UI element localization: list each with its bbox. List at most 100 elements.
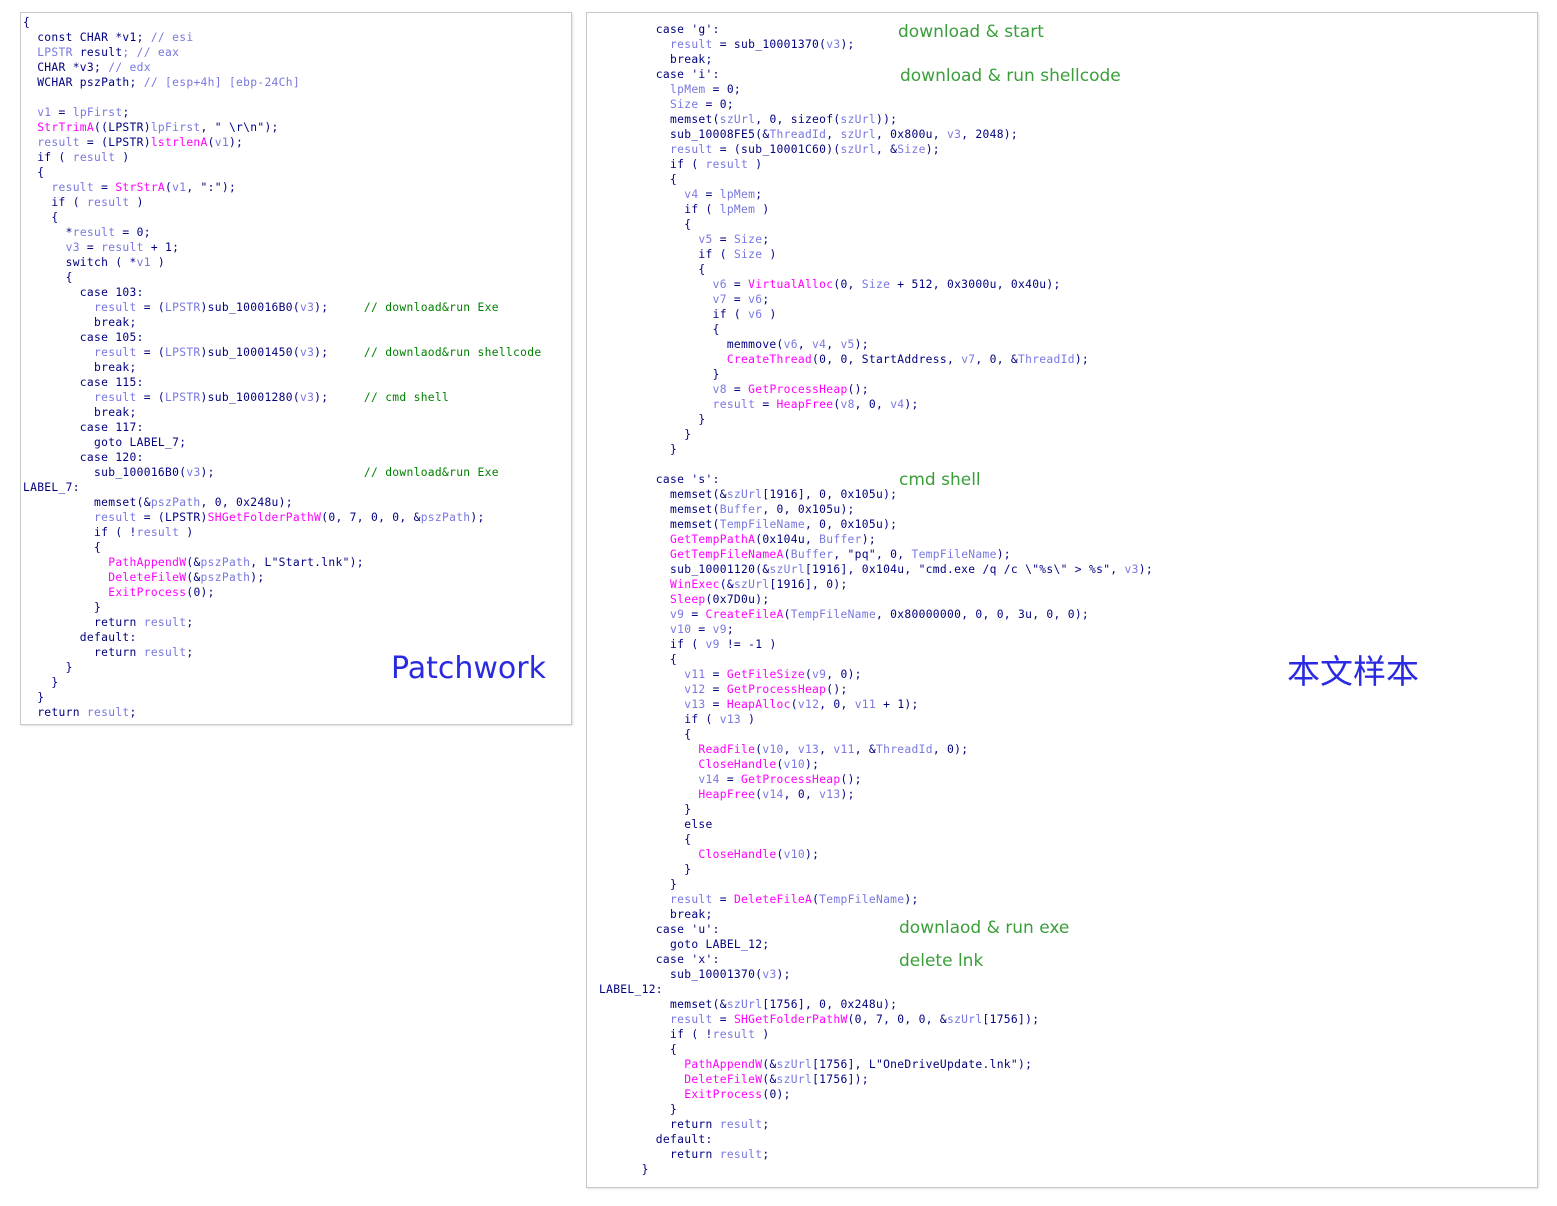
code-token: result	[705, 158, 749, 171]
code-line: }	[599, 367, 1153, 382]
code-line: memset(TempFileName, 0, 0x105u);	[599, 517, 1153, 532]
code-token: (	[790, 698, 798, 711]
code-line: DeleteFileW(&szUrl[1756]);	[599, 1072, 1153, 1087]
code-token: ;	[122, 106, 130, 119]
code-token: , 0,	[854, 398, 891, 411]
code-line: PathAppendW(&szUrl[1756], L"OneDriveUpda…	[599, 1057, 1153, 1072]
patchwork-label: Patchwork	[391, 651, 546, 686]
code-token: }	[599, 428, 692, 441]
code-token: CreateThread	[599, 353, 813, 366]
code-line: {	[599, 832, 1153, 847]
code-token: szUrl	[840, 143, 876, 156]
code-token: (0x104u,	[755, 533, 820, 546]
code-token: ;	[129, 706, 137, 719]
code-token: [1756]);	[982, 1013, 1040, 1026]
code-token: }	[599, 413, 706, 426]
code-token: const CHAR *v1;	[23, 31, 151, 44]
code-line: if ( !result )	[23, 525, 541, 540]
code-token: szUrl	[719, 113, 756, 126]
code-token: StrTrimA	[23, 121, 95, 134]
code-token: );	[925, 143, 940, 156]
code-token: {	[23, 271, 73, 284]
code-token: , " \r\n");	[200, 121, 279, 134]
code-token: break;	[23, 361, 137, 374]
code-token: TempFileName	[719, 518, 805, 531]
code-line: LABEL_7:	[23, 480, 541, 495]
code-token: Buffer	[719, 503, 763, 516]
code-token: }	[599, 878, 678, 891]
code-token: v3	[186, 466, 201, 479]
code-token: {	[599, 653, 678, 666]
code-token: = (	[136, 346, 166, 359]
code-line: return result;	[599, 1147, 1153, 1162]
code-line: if ( v13 )	[599, 712, 1153, 727]
code-token: ,	[826, 338, 841, 351]
code-token: Buffer	[819, 533, 862, 546]
code-line: {	[23, 15, 541, 30]
code-line: case 120:	[23, 450, 541, 465]
code-token: }	[23, 691, 45, 704]
code-token: v3	[1124, 563, 1139, 576]
code-line: CloseHandle(v10);	[599, 847, 1153, 862]
code-token: v4	[890, 398, 905, 411]
code-token: result	[143, 646, 187, 659]
code-token: ();	[840, 773, 862, 786]
code-token: v11	[833, 743, 855, 756]
code-token: // esi	[150, 31, 194, 44]
code-token: DeleteFileW	[23, 571, 187, 584]
code-token: ;	[755, 188, 763, 201]
code-token: ThreadId	[876, 743, 933, 756]
code-token: )	[762, 248, 777, 261]
code-token: HeapFree	[776, 398, 834, 411]
code-line: CHAR *v3; // edx	[23, 60, 541, 75]
code-line: v10 = v9;	[599, 622, 1153, 637]
code-token: break;	[23, 316, 137, 329]
code-token: ;	[186, 646, 194, 659]
code-line: break;	[599, 907, 1153, 922]
code-token: {	[599, 833, 692, 846]
code-token: = (sub_10001C60)(	[712, 143, 841, 156]
code-token: v13	[599, 698, 706, 711]
sample-label: 本文样本	[1287, 652, 1419, 691]
code-token: =	[719, 773, 742, 786]
code-token: )	[755, 1028, 770, 1041]
code-line: v4 = lpMem;	[599, 187, 1153, 202]
code-token: {	[599, 173, 678, 186]
code-token: v13	[719, 713, 742, 726]
code-line: sub_10001120(&szUrl[1916], 0x104u, "cmd.…	[599, 562, 1153, 577]
code-token: result	[719, 1148, 763, 1161]
code-token: );	[904, 893, 919, 906]
code-token: // downlaod&run shellcode	[363, 346, 542, 359]
code-token: , 0,	[819, 698, 855, 711]
code-token: szUrl	[769, 563, 805, 576]
code-token: PathAppendW	[23, 556, 187, 569]
code-token: }	[599, 443, 678, 456]
code-token: v3	[946, 128, 962, 141]
code-token: =	[755, 398, 777, 411]
code-token: CloseHandle	[599, 758, 777, 771]
code-token: {	[599, 323, 720, 336]
code-token: result	[72, 226, 116, 239]
code-token: v6	[748, 293, 763, 306]
code-token: v11	[854, 698, 877, 711]
code-token: default:	[599, 1133, 713, 1146]
code-token: , 0);	[932, 743, 969, 756]
code-token: v11	[599, 668, 706, 681]
code-token: WCHAR pszPath;	[23, 76, 144, 89]
code-token: case 117:	[23, 421, 144, 434]
code-line: memset(&szUrl[1756], 0, 0x248u);	[599, 997, 1153, 1012]
code-line: if ( Size )	[599, 247, 1153, 262]
code-token: + 1;	[143, 241, 180, 254]
code-line: result = (LPSTR)lstrlenA(v1);	[23, 135, 541, 150]
code-token: pszPath	[200, 571, 251, 584]
code-token: );	[1074, 353, 1090, 366]
code-token: Size	[733, 248, 763, 261]
code-token: TempFileName	[790, 608, 876, 621]
code-line: memset(&szUrl[1916], 0, 0x105u);	[599, 487, 1153, 502]
code-token: );	[996, 548, 1011, 561]
code-token: v5	[840, 338, 855, 351]
code-token: Size	[733, 233, 763, 246]
code-token: }	[23, 601, 102, 614]
code-token: v1	[136, 256, 151, 269]
code-token: if ( !	[599, 1028, 713, 1041]
